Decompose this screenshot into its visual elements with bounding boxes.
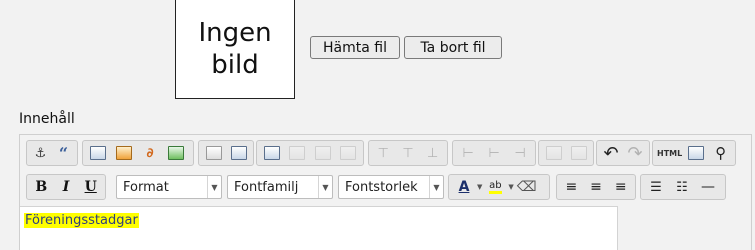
paste-word-icon[interactable] [228, 143, 249, 163]
eraser-icon[interactable]: ⌫ [516, 177, 538, 197]
chevron-down-icon: ▼ [207, 176, 221, 198]
toolbar-group-view: HTML ⚲ [652, 140, 736, 166]
align-right-icon[interactable]: ≡ [610, 177, 631, 197]
bold-button[interactable]: B [31, 177, 52, 197]
edit-form-icon[interactable] [261, 143, 283, 163]
horizontal-rule-icon[interactable]: — [697, 177, 719, 197]
text-color-icon[interactable]: A [453, 177, 475, 197]
toolbar-group-forms [256, 140, 364, 166]
image-icon[interactable] [87, 143, 109, 163]
font-family-select[interactable]: Fontfamilj ▼ [227, 175, 333, 199]
insert-row-before-icon[interactable]: ⊢ [457, 143, 479, 163]
toolbar-group-colors: A ▼ ab ▼ ⌫ [448, 174, 550, 200]
insert-row-after-icon[interactable]: ⊢ [483, 143, 505, 163]
toolbar-group-text-style: B I U [26, 174, 106, 200]
blockquote-icon[interactable]: “ [54, 143, 73, 163]
bullet-list-icon[interactable]: ☰ [645, 177, 667, 197]
toolbar-group-align: ≡ ≡ ≡ [556, 174, 636, 200]
rich-text-editor: ⚓ “ ∂ ⊤ ⊤ ⊥ ⊢ ⊢ ⊣ ↶ ↷ HTML ⚲ B I U Forma… [19, 134, 752, 250]
format-select[interactable]: Format ▼ [116, 175, 222, 199]
numbered-list-icon[interactable]: ☷ [671, 177, 693, 197]
link-icon[interactable]: ∂ [139, 143, 161, 163]
bold-label: B [35, 179, 48, 195]
toolbar-group-insert-basic: ⚓ “ [26, 140, 78, 166]
insert-column-after-icon[interactable]: ⊤ [398, 143, 419, 163]
font-size-select[interactable]: Fontstorlek ▼ [338, 175, 444, 199]
merge-cells-icon[interactable] [543, 143, 564, 163]
chevron-down-icon: ▼ [429, 176, 443, 198]
page: Ingen bild Hämta fil Ta bort fil Innehål… [0, 0, 755, 250]
toolbar-group-lists: ☰ ☷ — [640, 174, 726, 200]
chevron-down-icon: ▼ [318, 176, 332, 198]
insert-column-before-icon[interactable]: ⊤ [373, 143, 394, 163]
font-family-select-label: Fontfamilj [234, 179, 299, 195]
form-field-icon[interactable] [287, 143, 309, 163]
fullscreen-icon[interactable] [686, 143, 706, 163]
image-placeholder-text: Ingen bild [198, 17, 272, 80]
highlight-color-label: ab [489, 180, 502, 194]
chevron-down-icon[interactable]: ▼ [508, 183, 513, 191]
toolbar-group-table-cells [538, 140, 594, 166]
remove-file-button[interactable]: Ta bort fil [404, 36, 502, 59]
split-cells-icon[interactable] [568, 143, 589, 163]
italic-button[interactable]: I [56, 177, 77, 197]
form-block-icon[interactable] [338, 143, 360, 163]
html-source-icon[interactable]: HTML [657, 143, 682, 163]
toolbar-group-media: ∂ [82, 140, 194, 166]
undo-icon[interactable]: ↶ [601, 143, 621, 164]
editor-body-text: Föreningsstadgar [24, 213, 139, 228]
font-size-select-label: Fontstorlek [345, 179, 418, 195]
toolbar-group-table-cols: ⊤ ⊤ ⊥ [368, 140, 448, 166]
underline-button[interactable]: U [80, 177, 101, 197]
paste-text-icon[interactable] [203, 143, 224, 163]
delete-row-icon[interactable]: ⊣ [509, 143, 531, 163]
editor-content-area[interactable]: Föreningsstadgar [20, 206, 618, 250]
content-label: Innehåll [19, 111, 75, 127]
underline-label: U [84, 179, 97, 195]
chevron-down-icon[interactable]: ▼ [477, 183, 482, 191]
align-left-icon[interactable]: ≡ [561, 177, 582, 197]
text-color-label: A [458, 179, 470, 195]
gallery-icon[interactable] [113, 143, 135, 163]
insert-file-icon[interactable] [165, 143, 187, 163]
anchor-icon[interactable]: ⚓ [31, 143, 50, 163]
search-icon[interactable]: ⚲ [711, 143, 731, 163]
toolbar-group-history: ↶ ↷ [596, 140, 650, 166]
toolbar-group-clipboard [198, 140, 254, 166]
fetch-file-button[interactable]: Hämta fil [310, 36, 400, 59]
delete-column-icon[interactable]: ⊥ [422, 143, 443, 163]
format-select-label: Format [123, 179, 169, 195]
toolbar-row-1: ⚓ “ ∂ ⊤ ⊤ ⊥ ⊢ ⊢ ⊣ ↶ ↷ HTML ⚲ [20, 137, 751, 168]
highlight-color-icon[interactable]: ab [484, 177, 506, 197]
toolbar-row-2: B I U Format ▼ Fontfamilj ▼ Fontstorlek … [20, 171, 751, 202]
image-placeholder: Ingen bild [175, 0, 295, 99]
italic-label: I [62, 179, 70, 195]
html-source-label: HTML [657, 148, 683, 158]
align-center-icon[interactable]: ≡ [586, 177, 607, 197]
toolbar-group-table-rows: ⊢ ⊢ ⊣ [452, 140, 536, 166]
redo-icon[interactable]: ↷ [625, 143, 645, 164]
form-row-icon[interactable] [312, 143, 334, 163]
